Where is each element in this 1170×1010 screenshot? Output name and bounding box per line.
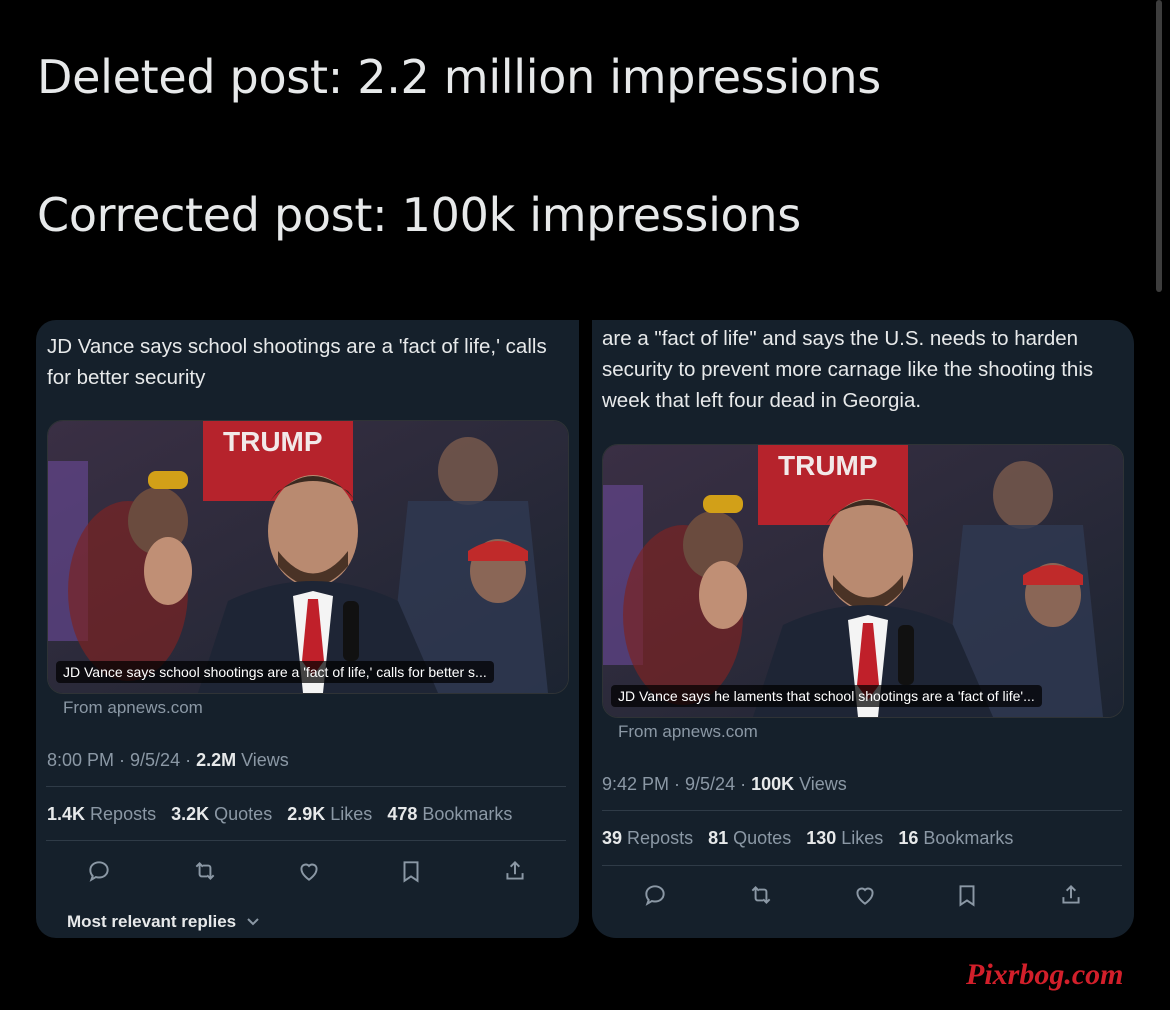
share-icon[interactable] [1058,882,1084,908]
watermark-logo: Pixrbog.com [966,958,1124,991]
news-photo: TRUMP [603,445,1123,717]
bookmarks-label: Bookmarks [923,828,1014,848]
image-caption: JD Vance says he laments that school sho… [611,685,1042,707]
repost-icon[interactable] [192,858,218,884]
action-bar [602,874,1122,914]
headline-corrected: Corrected post: 100k impressions [37,188,801,242]
reposts-stat[interactable]: 39 Reposts [602,828,693,848]
svg-text:TRUMP: TRUMP [778,450,878,481]
headline-deleted: Deleted post: 2.2 million impressions [37,50,881,104]
likes-label: Likes [330,804,373,824]
reposts-stat[interactable]: 1.4K Reposts [47,804,156,824]
repost-icon[interactable] [748,882,774,908]
quotes-label: Quotes [214,804,273,824]
reply-icon[interactable] [642,882,668,908]
quotes-stat[interactable]: 3.2K Quotes [171,804,272,824]
quotes-count: 81 [708,828,729,848]
post-timestamp: 9:42 PM · 9/5/24 · 100K Views [602,774,847,795]
quotes-label: Quotes [733,828,792,848]
reposts-label: Reposts [90,804,157,824]
post-timestamp: 8:00 PM · 9/5/24 · 2.2M Views [47,750,289,771]
quotes-stat[interactable]: 81 Quotes [708,828,791,848]
link-source[interactable]: From apnews.com [618,722,758,742]
share-icon[interactable] [502,858,528,884]
image-caption: JD Vance says school shootings are a 'fa… [56,661,494,683]
bookmark-icon[interactable] [398,858,424,884]
divider [46,786,566,787]
reposts-count: 1.4K [47,804,86,824]
like-icon[interactable] [296,858,322,884]
deleted-post-card: JD Vance says school shootings are a 'fa… [36,320,579,938]
bookmarks-stat[interactable]: 16 Bookmarks [898,828,1013,848]
post-text: JD Vance says school shootings are a 'fa… [47,335,547,389]
bookmarks-count: 16 [898,828,919,848]
likes-count: 2.9K [287,804,326,824]
corrected-post-card: are a "fact of life" and says the U.S. n… [592,320,1134,938]
likes-label: Likes [841,828,884,848]
engagement-stats: 1.4K Reposts 3.2K Quotes 2.9K Likes 478 … [47,804,522,825]
divider [46,840,566,841]
reply-icon[interactable] [86,858,112,884]
timestamp-text: 8:00 PM · 9/5/24 · [47,750,197,770]
like-icon[interactable] [852,882,878,908]
divider [602,865,1122,866]
likes-count: 130 [806,828,837,848]
link-preview-card[interactable]: TRUMP JD Vance says he laments that scho… [602,444,1124,718]
reposts-label: Reposts [627,828,694,848]
link-source[interactable]: From apnews.com [63,698,203,718]
reposts-count: 39 [602,828,623,848]
bookmarks-count: 478 [387,804,418,824]
engagement-stats: 39 Reposts 81 Quotes 130 Likes 16 Bookma… [602,828,1023,849]
news-photo: TRUMP [48,421,568,693]
views-count: 2.2M [196,750,237,770]
bookmarks-label: Bookmarks [422,804,513,824]
views-label: Views [794,774,847,794]
quotes-count: 3.2K [171,804,210,824]
post-text: are a "fact of life" and says the U.S. n… [602,327,1094,412]
bookmark-icon[interactable] [954,882,980,908]
link-preview-card[interactable]: TRUMP JD Vance says school shootings are… [47,420,569,694]
chevron-down-icon [247,918,259,926]
likes-stat[interactable]: 2.9K Likes [287,804,372,824]
scrollbar-thumb[interactable] [1156,0,1162,292]
svg-text:TRUMP: TRUMP [223,426,323,457]
views-label: Views [236,750,289,770]
replies-sort-label: Most relevant replies [67,912,237,931]
bookmarks-stat[interactable]: 478 Bookmarks [387,804,512,824]
replies-sort-dropdown[interactable]: Most relevant replies [67,912,260,932]
divider [602,810,1122,811]
likes-stat[interactable]: 130 Likes [806,828,883,848]
action-bar [46,850,566,890]
views-count: 100K [751,774,795,794]
timestamp-text: 9:42 PM · 9/5/24 · [602,774,752,794]
